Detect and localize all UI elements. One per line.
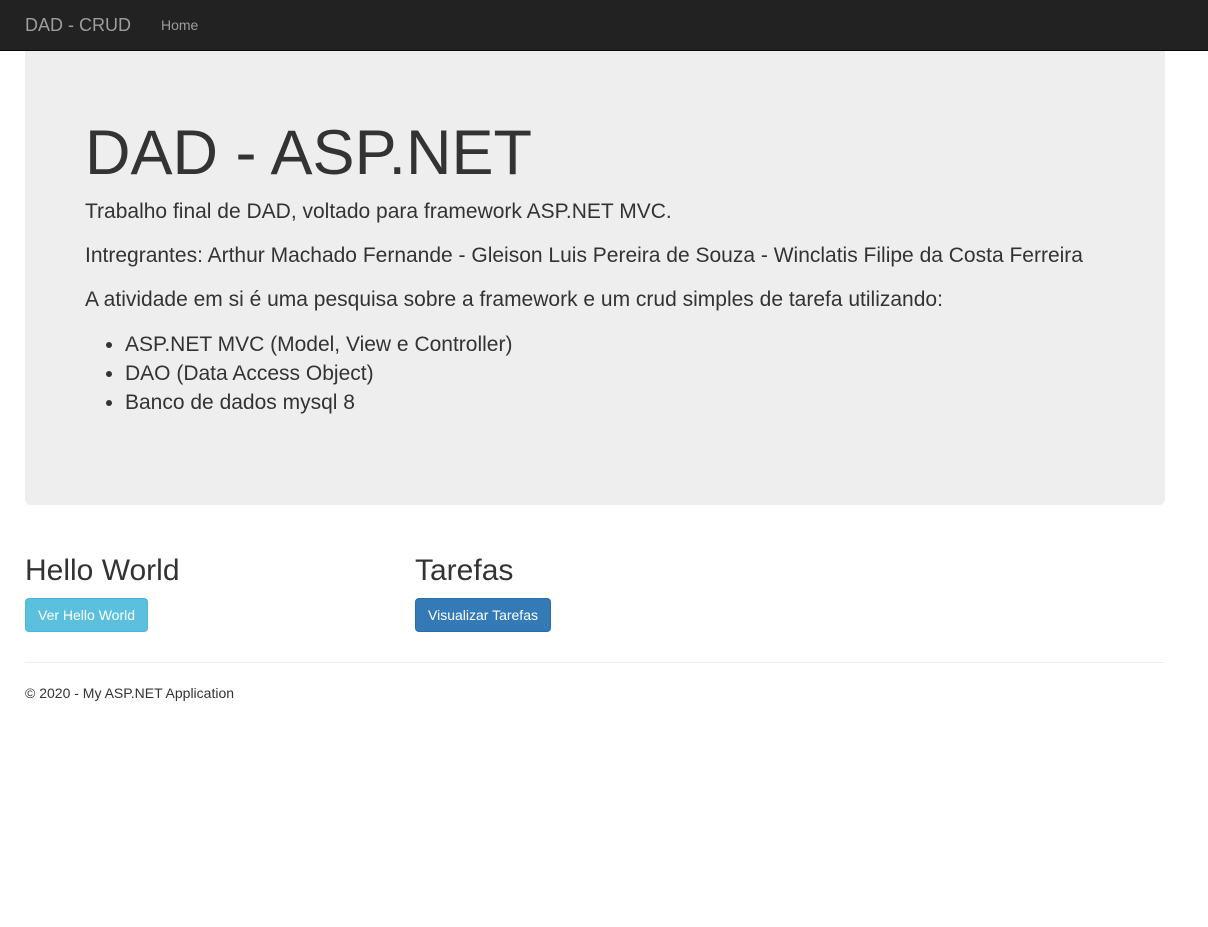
nav-link-home[interactable]: Home [161, 17, 198, 33]
navbar-brand[interactable]: DAD - CRUD [25, 14, 131, 36]
technology-list: ASP.NET MVC (Model, View e Controller) D… [125, 330, 512, 417]
page-title: DAD - ASP.NET [85, 118, 532, 188]
footer: © 2020 - My ASP.NET Application [25, 685, 234, 702]
activity-text: A atividade em si é uma pesquisa sobre a… [85, 288, 943, 311]
hello-world-heading: Hello World [25, 554, 180, 587]
footer-copyright: © 2020 - My ASP.NET Application [25, 685, 235, 701]
hello-world-section: Hello World Ver Hello World [25, 553, 180, 632]
footer-divider [25, 662, 1165, 663]
view-hello-world-button[interactable]: Ver Hello World [25, 598, 149, 632]
list-item: Banco de dados mysql 8 [125, 388, 512, 417]
description-text: Trabalho final de DAD, voltado para fram… [85, 200, 672, 223]
list-item: ASP.NET MVC (Model, View e Controller) [125, 330, 512, 359]
navbar: DAD - CRUD Home [0, 0, 1208, 51]
list-item: DAO (Data Access Object) [125, 359, 512, 388]
members-text: Intregrantes: Arthur Machado Fernande - … [85, 244, 1083, 267]
tasks-heading: Tarefas [415, 554, 514, 587]
view-tasks-button[interactable]: Visualizar Tarefas [415, 598, 551, 632]
tasks-section: Tarefas Visualizar Tarefas [415, 553, 551, 632]
jumbotron: DAD - ASP.NET Trabalho final de DAD, vol… [25, 51, 1165, 505]
